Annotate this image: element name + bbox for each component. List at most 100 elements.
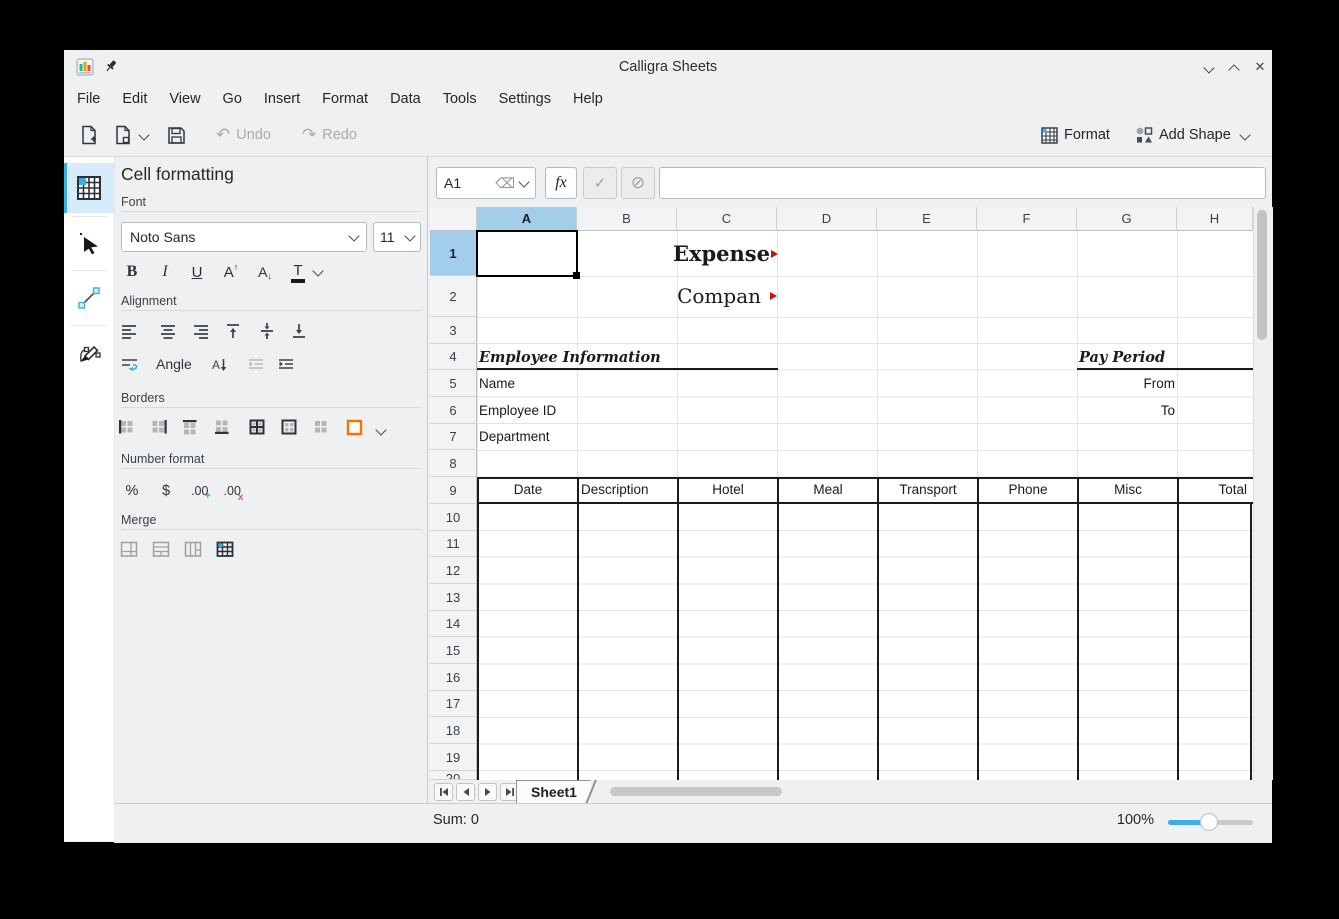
decrease-precision-button[interactable]: .00 x — [222, 480, 248, 502]
add-shape-chevron-icon[interactable] — [1239, 129, 1250, 140]
header-meal[interactable]: Meal — [777, 479, 877, 502]
save-button[interactable] — [167, 120, 186, 150]
merge-vertical-button[interactable] — [184, 541, 202, 558]
merge-cells-button[interactable] — [120, 541, 138, 558]
vertical-text-button[interactable]: A — [210, 356, 228, 374]
row-header-5[interactable]: 5 — [430, 370, 477, 397]
header-misc[interactable]: Misc — [1077, 479, 1177, 502]
column-header-f[interactable]: F — [977, 207, 1077, 231]
cell-g5-from[interactable]: From — [1077, 370, 1175, 397]
border-color-button[interactable] — [346, 419, 363, 436]
column-header-a[interactable]: A — [477, 207, 577, 231]
row-header-2[interactable]: 2 — [430, 276, 477, 317]
border-options-chevron-icon[interactable] — [375, 424, 386, 435]
vertical-scrollbar-thumb[interactable] — [1257, 210, 1267, 340]
font-size-select[interactable]: 11 — [373, 222, 421, 252]
menu-help[interactable]: Help — [562, 84, 614, 114]
minimize-button[interactable] — [1202, 59, 1218, 75]
row-header-9[interactable]: 9 — [430, 477, 477, 504]
all-borders-button[interactable] — [249, 419, 265, 435]
menu-edit[interactable]: Edit — [111, 84, 158, 114]
currency-format-button[interactable]: $ — [158, 480, 174, 502]
cell-g6-to[interactable]: To — [1077, 397, 1175, 424]
angle-button[interactable]: Angle — [156, 356, 192, 372]
cell-a6-employee-id[interactable]: Employee ID — [479, 397, 556, 424]
open-recent-chevron-icon[interactable] — [138, 129, 149, 140]
row-header-7[interactable]: 7 — [430, 424, 477, 450]
row-header-17[interactable]: 17 — [430, 691, 477, 717]
align-center-button[interactable] — [159, 322, 177, 340]
increase-indent-button[interactable] — [277, 356, 295, 374]
cell-reference-combo[interactable]: A1 ⌫ — [436, 167, 536, 199]
column-header-b[interactable]: B — [577, 207, 677, 231]
row-header-8[interactable]: 8 — [430, 450, 477, 477]
menu-tools[interactable]: Tools — [432, 84, 488, 114]
menu-go[interactable]: Go — [212, 84, 253, 114]
next-sheet-button[interactable] — [478, 783, 497, 801]
cell-tool-button[interactable] — [64, 163, 114, 213]
align-vcenter-button[interactable] — [258, 322, 276, 340]
cell-a5-name[interactable]: Name — [479, 370, 515, 397]
column-header-c[interactable]: C — [677, 207, 777, 231]
formula-button[interactable]: fx — [545, 167, 577, 199]
header-date[interactable]: Date — [477, 479, 577, 502]
menu-file[interactable]: File — [66, 84, 111, 114]
row-header-11[interactable]: 11 — [430, 531, 477, 557]
column-header-d[interactable]: D — [777, 207, 877, 231]
zoom-slider-thumb[interactable] — [1200, 813, 1218, 831]
shrink-font-button[interactable]: A↓ — [253, 260, 277, 284]
merge-horizontal-button[interactable] — [152, 541, 170, 558]
header-total[interactable]: Total — [1177, 479, 1253, 502]
row-header-6[interactable]: 6 — [430, 397, 477, 424]
header-phone[interactable]: Phone — [977, 479, 1077, 502]
border-right-button[interactable] — [151, 419, 167, 435]
close-button[interactable]: ✕ — [1252, 59, 1268, 75]
row-header-19[interactable]: 19 — [430, 744, 477, 771]
line-tool-button[interactable] — [64, 273, 114, 323]
font-family-select[interactable]: Noto Sans — [121, 222, 367, 252]
header-description[interactable]: Description — [577, 479, 677, 502]
bold-button[interactable]: B — [122, 260, 142, 284]
align-top-button[interactable] — [224, 322, 242, 340]
row-header-14[interactable]: 14 — [430, 611, 477, 637]
column-header-h[interactable]: H — [1177, 207, 1253, 231]
increase-precision-button[interactable]: .00 + — [190, 480, 216, 502]
selection-fill-handle[interactable] — [573, 272, 580, 279]
maximize-button[interactable] — [1227, 59, 1243, 75]
dissociate-cells-button[interactable] — [216, 541, 234, 558]
cell-a7-department[interactable]: Department — [479, 424, 550, 450]
select-all-corner[interactable] — [430, 207, 477, 231]
row-header-1[interactable]: 1 — [430, 231, 477, 276]
header-transport[interactable]: Transport — [877, 479, 977, 502]
previous-sheet-button[interactable] — [456, 783, 475, 801]
menu-data[interactable]: Data — [379, 84, 432, 114]
horizontal-scrollbar-thumb[interactable] — [610, 787, 782, 796]
add-shape-button[interactable]: Add Shape — [1135, 120, 1249, 150]
menu-format[interactable]: Format — [311, 84, 379, 114]
row-header-3[interactable]: 3 — [430, 317, 477, 344]
menu-view[interactable]: View — [158, 84, 211, 114]
row-header-18[interactable]: 18 — [430, 717, 477, 744]
cell-c2-company[interactable]: Compan — [561, 276, 761, 317]
border-top-button[interactable] — [182, 419, 198, 435]
border-bottom-button[interactable] — [214, 419, 230, 435]
row-header-10[interactable]: 10 — [430, 504, 477, 531]
text-color-chevron-icon[interactable] — [312, 265, 323, 276]
row-header-16[interactable]: 16 — [430, 664, 477, 691]
italic-button[interactable]: I — [155, 260, 175, 284]
shape-select-tool-button[interactable] — [64, 218, 114, 268]
outside-borders-button[interactable] — [281, 419, 297, 435]
menu-insert[interactable]: Insert — [253, 84, 311, 114]
first-sheet-button[interactable] — [434, 783, 453, 801]
menu-settings[interactable]: Settings — [488, 84, 562, 114]
header-hotel[interactable]: Hotel — [677, 479, 777, 502]
column-header-e[interactable]: E — [877, 207, 977, 231]
align-right-button[interactable] — [192, 322, 210, 340]
cell-a4-employee-information[interactable]: Employee Information — [479, 344, 661, 370]
open-document-button[interactable] — [114, 120, 148, 150]
path-edit-tool-button[interactable] — [64, 328, 114, 378]
sheet-tab-sheet1[interactable]: Sheet1 — [516, 780, 591, 804]
titlebar[interactable]: Calligra Sheets ✕ — [64, 50, 1272, 84]
column-header-g[interactable]: G — [1077, 207, 1177, 231]
cell-selection-a1[interactable] — [476, 230, 578, 277]
